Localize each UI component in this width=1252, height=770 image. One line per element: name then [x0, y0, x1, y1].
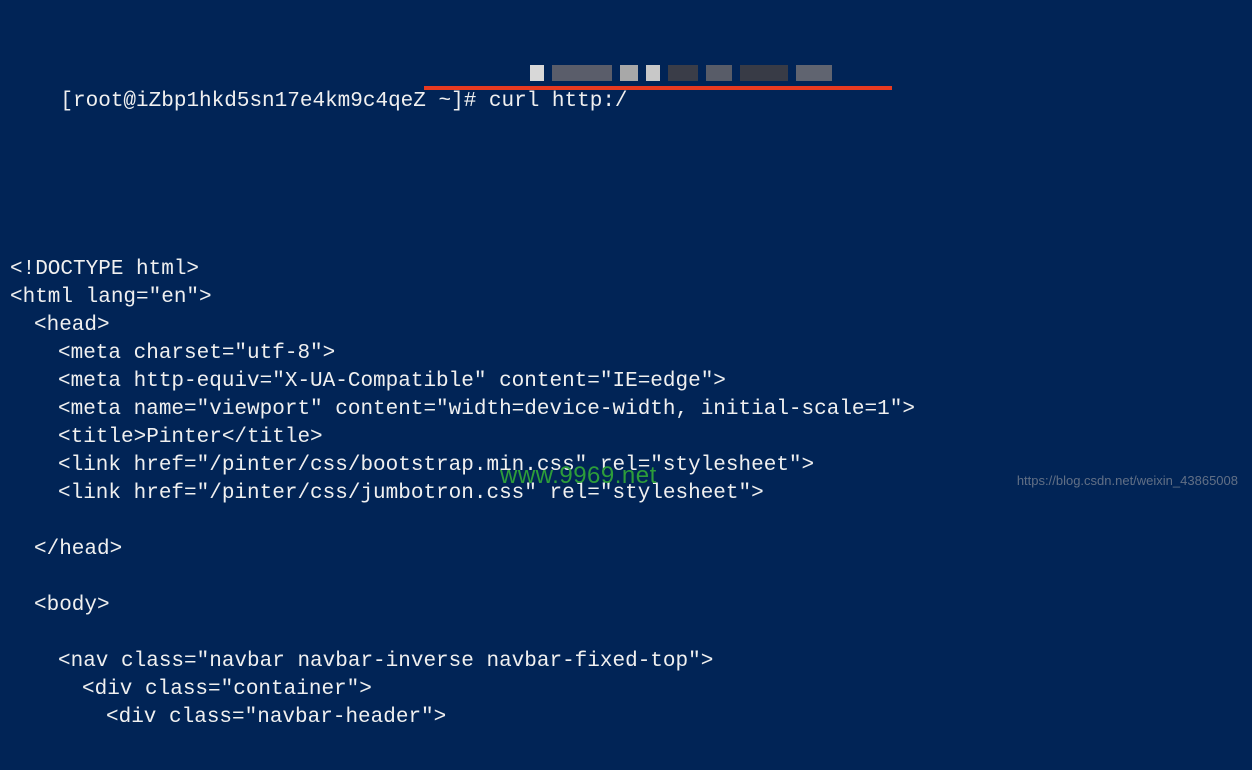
redaction-block: [620, 65, 638, 81]
redaction-block: [552, 65, 612, 81]
curl-response-body: <!DOCTYPE html><html lang="en"><head><me…: [10, 256, 1242, 732]
terminal-output: [root@iZbp1hkd5sn17e4km9c4qeZ ~]# curl h…: [0, 0, 1252, 770]
redaction-block: [530, 65, 544, 81]
watermark-csdn: https://blog.csdn.net/weixin_43865008: [1017, 473, 1238, 488]
output-line: [10, 620, 1242, 648]
output-line: <meta http-equiv="X-UA-Compatible" conte…: [10, 368, 1242, 396]
output-line: <meta charset="utf-8">: [10, 340, 1242, 368]
output-line: <meta name="viewport" content="width=dev…: [10, 396, 1242, 424]
redaction-block: [706, 65, 732, 81]
output-line: <div class="navbar-header">: [10, 704, 1242, 732]
output-line: <head>: [10, 312, 1242, 340]
shell-prompt-line: [root@iZbp1hkd5sn17e4km9c4qeZ ~]# curl h…: [10, 60, 1242, 200]
output-line: <title>Pinter</title>: [10, 424, 1242, 452]
output-line: <div class="container">: [10, 676, 1242, 704]
output-line: <nav class="navbar navbar-inverse navbar…: [10, 648, 1242, 676]
output-line: <body>: [10, 592, 1242, 620]
output-line: <!DOCTYPE html>: [10, 256, 1242, 284]
output-line: [10, 508, 1242, 536]
redaction-block: [740, 65, 788, 81]
watermark-9969: www.9969.net: [500, 462, 657, 490]
output-line: <html lang="en">: [10, 284, 1242, 312]
redacted-url: [530, 65, 840, 81]
redaction-underline: [424, 86, 892, 90]
redaction-block: [796, 65, 832, 81]
shell-prompt: [root@iZbp1hkd5sn17e4km9c4qeZ ~]#: [60, 90, 476, 113]
shell-command: curl http:/: [489, 90, 628, 113]
redaction-block: [668, 65, 698, 81]
output-line: </head>: [10, 536, 1242, 564]
output-line: [10, 564, 1242, 592]
redaction-block: [646, 65, 660, 81]
